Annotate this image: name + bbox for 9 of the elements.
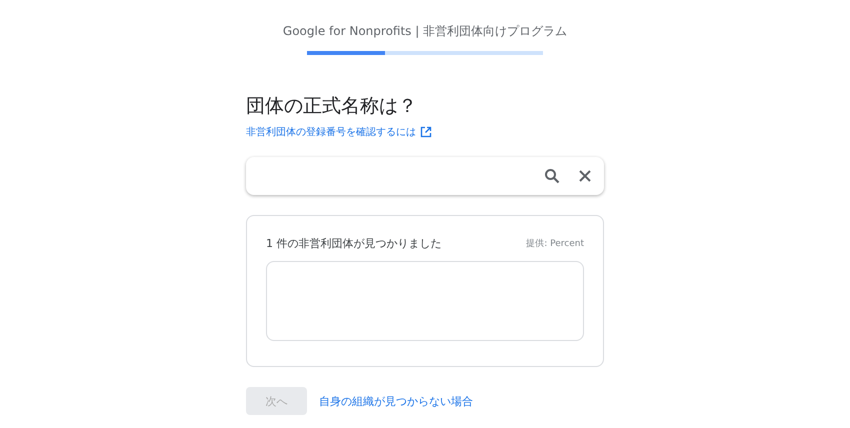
result-count: 1 件の非営利団体が見つかりました (266, 236, 442, 251)
external-link-icon[interactable] (420, 126, 432, 138)
help-link[interactable]: 非営利団体の登録番号を確認するには (246, 125, 416, 139)
not-found-link[interactable]: 自身の組織が見つからない場合 (319, 394, 473, 408)
question-title: 団体の正式名称は？ (246, 94, 418, 119)
provider-label: 提供: Percent (526, 238, 584, 250)
close-icon[interactable] (578, 169, 592, 183)
header-title: Google for Nonprofits | 非営利団体向けプログラム (282, 23, 568, 39)
search-icon[interactable] (544, 168, 560, 184)
